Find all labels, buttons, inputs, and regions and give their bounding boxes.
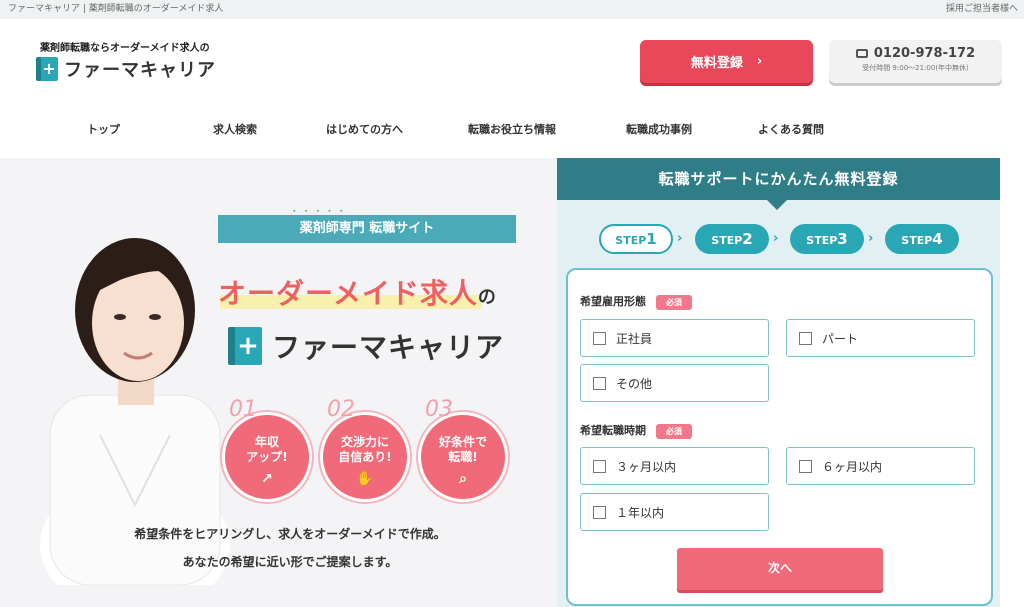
search-icon: ⌕	[459, 471, 467, 487]
hero-banner: 薬剤師専門 転職サイト	[218, 215, 516, 243]
feature-badge-negotiation: 02 交渉力に 自信あり! ✋	[320, 397, 410, 502]
description-line: あなたの希望に近い形でご提案します。	[182, 555, 398, 569]
phone-box[interactable]: 0120-978-172 受付時間 9:00〜21:00(年中無休)	[829, 40, 1002, 83]
step-2: STEP2	[695, 224, 769, 254]
step-1: STEP1	[599, 224, 673, 254]
required-badge: 必須	[656, 294, 692, 310]
option-other[interactable]: その他	[580, 364, 769, 402]
option-label: 正社員	[616, 331, 653, 346]
register-label: 無料登録	[690, 56, 743, 71]
badge-text: 転職!	[448, 450, 478, 464]
main-nav: トップ 求人検索 はじめての方へ 転職お役立ち情報 転職成功事例 よくある質問	[0, 107, 1024, 152]
step-number: 1	[646, 230, 657, 248]
badge-number: 01	[229, 397, 257, 422]
option-label: ６ヶ月以内	[822, 459, 883, 474]
checkbox[interactable]	[593, 376, 606, 390]
step-label: STEP	[711, 234, 743, 247]
headline-suffix: の	[477, 287, 497, 308]
headline-main: オーダーメイド求人	[218, 277, 478, 310]
top-bar: ファーマキャリア | 薬剤師転職のオーダーメイド求人 採用ご担当者様へ	[0, 0, 1024, 19]
chevron-right-icon: ›	[756, 54, 763, 69]
chevron-right-icon: ›	[868, 231, 874, 246]
feature-badge-conditions: 03 好条件で 転職! ⌕	[418, 397, 508, 502]
badge-number: 03	[425, 397, 453, 422]
chart-icon: ↗	[261, 471, 273, 487]
badge-text: アップ!	[246, 450, 288, 464]
transfer-timing-label: 希望転職時期 必須	[580, 422, 692, 439]
handshake-icon: ✋	[356, 471, 374, 487]
nav-item-top[interactable]: トップ	[87, 121, 120, 137]
chevron-right-icon: ›	[677, 231, 683, 246]
hero-logo-text: ファーマキャリア	[272, 331, 505, 364]
step-4: STEP4	[885, 224, 959, 254]
feature-badge-salary: 01 年収 アップ! ↗	[222, 397, 312, 502]
site-title: ファーマキャリア | 薬剤師転職のオーダーメイド求人	[8, 4, 224, 14]
option-label: パート	[822, 331, 859, 346]
site-logo[interactable]: + ファーマキャリア	[36, 56, 216, 82]
required-badge: 必須	[656, 423, 692, 439]
phone-icon	[855, 49, 868, 58]
logo-cross-icon: +	[228, 327, 262, 365]
hero-description: 希望条件をヒアリングし、求人をオーダーメイドで作成。 あなたの希望に近い形でご提…	[90, 520, 490, 576]
step-label: STEP	[901, 234, 933, 247]
badge-number: 02	[327, 397, 355, 422]
checkbox[interactable]	[799, 331, 812, 345]
checkbox[interactable]	[593, 505, 606, 519]
option-fulltime[interactable]: 正社員	[580, 319, 769, 357]
chevron-right-icon: ›	[773, 231, 779, 246]
header: 薬剤師転職ならオーダーメイド求人の + ファーマキャリア 無料登録 › 0120…	[0, 19, 1024, 107]
option-1-year[interactable]: １年以内	[580, 493, 769, 531]
checkbox[interactable]	[799, 459, 812, 473]
badge-text: 交渉力に	[340, 435, 389, 449]
question-label: 希望転職時期	[580, 424, 646, 437]
panel-title-arrow	[767, 200, 787, 210]
hero-headline: オーダーメイド求人の	[218, 272, 497, 312]
question-label: 希望雇用形態	[580, 295, 646, 308]
badge-text: 好条件で	[438, 435, 487, 449]
panel-title: 転職サポートにかんたん無料登録	[557, 158, 1000, 200]
checkbox[interactable]	[593, 331, 606, 345]
option-parttime[interactable]: パート	[786, 319, 975, 357]
header-tagline: 薬剤師転職ならオーダーメイド求人の	[40, 43, 210, 54]
badge-text: 年収	[254, 435, 279, 449]
option-label: １年以内	[616, 505, 665, 520]
step-label: STEP	[806, 234, 838, 247]
description-line: 希望条件をヒアリングし、求人をオーダーメイドで作成。	[134, 527, 446, 541]
next-button[interactable]: 次へ	[677, 548, 883, 590]
option-3-months[interactable]: ３ヶ月以内	[580, 447, 769, 485]
logo-text: ファーマキャリア	[64, 60, 216, 81]
option-6-months[interactable]: ６ヶ月以内	[786, 447, 975, 485]
employment-type-label: 希望雇用形態 必須	[580, 293, 692, 310]
badge-text: 自信あり!	[338, 450, 392, 464]
checkbox[interactable]	[593, 459, 606, 473]
step-number: 4	[932, 230, 943, 248]
nav-item-useful-info[interactable]: 転職お役立ち情報	[468, 121, 556, 137]
step-3: STEP3	[790, 224, 864, 254]
logo-cross-icon: +	[36, 57, 58, 81]
step-number: 3	[837, 230, 848, 248]
nav-item-job-search[interactable]: 求人検索	[213, 121, 257, 137]
phone-number: 0120-978-172	[873, 46, 976, 61]
employer-link[interactable]: 採用ご担当者様へ	[946, 0, 1018, 19]
option-label: その他	[616, 376, 653, 391]
option-label: ３ヶ月以内	[616, 459, 677, 474]
step-number: 2	[742, 230, 753, 248]
step-label: STEP	[615, 234, 647, 247]
hero-logo: + ファーマキャリア	[228, 326, 505, 366]
nav-item-faq[interactable]: よくある質問	[758, 121, 824, 137]
phone-hours: 受付時間 9:00〜21:00(年中無休)	[862, 64, 969, 72]
register-button[interactable]: 無料登録 ›	[640, 40, 813, 83]
nav-item-success-stories[interactable]: 転職成功事例	[626, 121, 692, 137]
nav-item-first-time[interactable]: はじめての方へ	[326, 121, 403, 137]
